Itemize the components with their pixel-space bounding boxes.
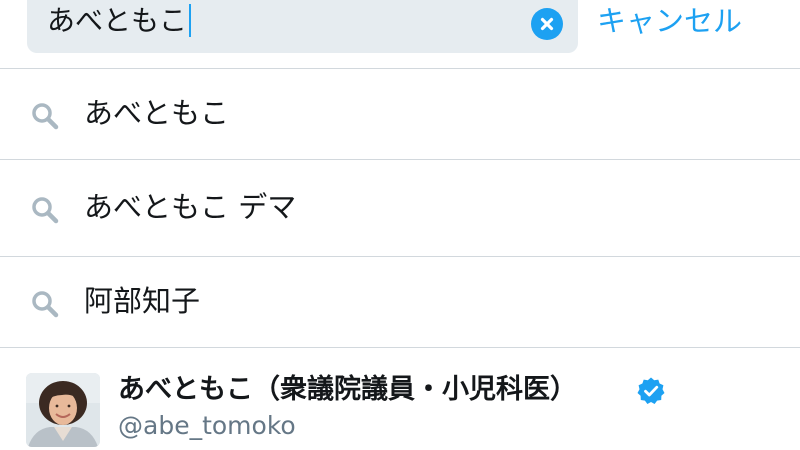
suggestion-text: あべともこ <box>84 96 230 130</box>
search-icon <box>32 103 59 130</box>
clear-search-button[interactable] <box>531 8 563 40</box>
verified-badge-icon <box>637 377 665 404</box>
avatar-photo <box>26 373 100 447</box>
text-caret <box>189 3 192 37</box>
search-input[interactable]: あべともこ <box>47 0 192 46</box>
search-icon <box>32 291 59 318</box>
search-query-text: あべともこ <box>47 4 188 37</box>
suggestion-item[interactable]: あべともこ デマ <box>0 163 800 253</box>
divider <box>0 159 800 160</box>
user-result-item[interactable]: あべともこ（衆議院議員・小児科医） @abe_tomoko <box>0 348 800 450</box>
search-screen: あべともこ キャンセル あべともこ あべともこ デマ 阿部知子 あべともこ（衆議… <box>0 0 800 450</box>
suggestion-item[interactable]: 阿部知子 <box>0 257 800 347</box>
suggestion-text: 阿部知子 <box>84 284 201 318</box>
user-handle: @abe_tomoko <box>118 411 296 440</box>
user-display-name: あべともこ（衆議院議員・小児科医） <box>118 374 577 405</box>
search-bar[interactable]: あべともこ <box>27 0 578 53</box>
cancel-button[interactable]: キャンセル <box>597 0 742 42</box>
search-icon <box>32 197 59 224</box>
clear-x-icon <box>540 17 554 31</box>
avatar <box>26 373 100 447</box>
suggestion-item[interactable]: あべともこ <box>0 69 800 159</box>
suggestion-text: あべともこ デマ <box>84 190 297 224</box>
